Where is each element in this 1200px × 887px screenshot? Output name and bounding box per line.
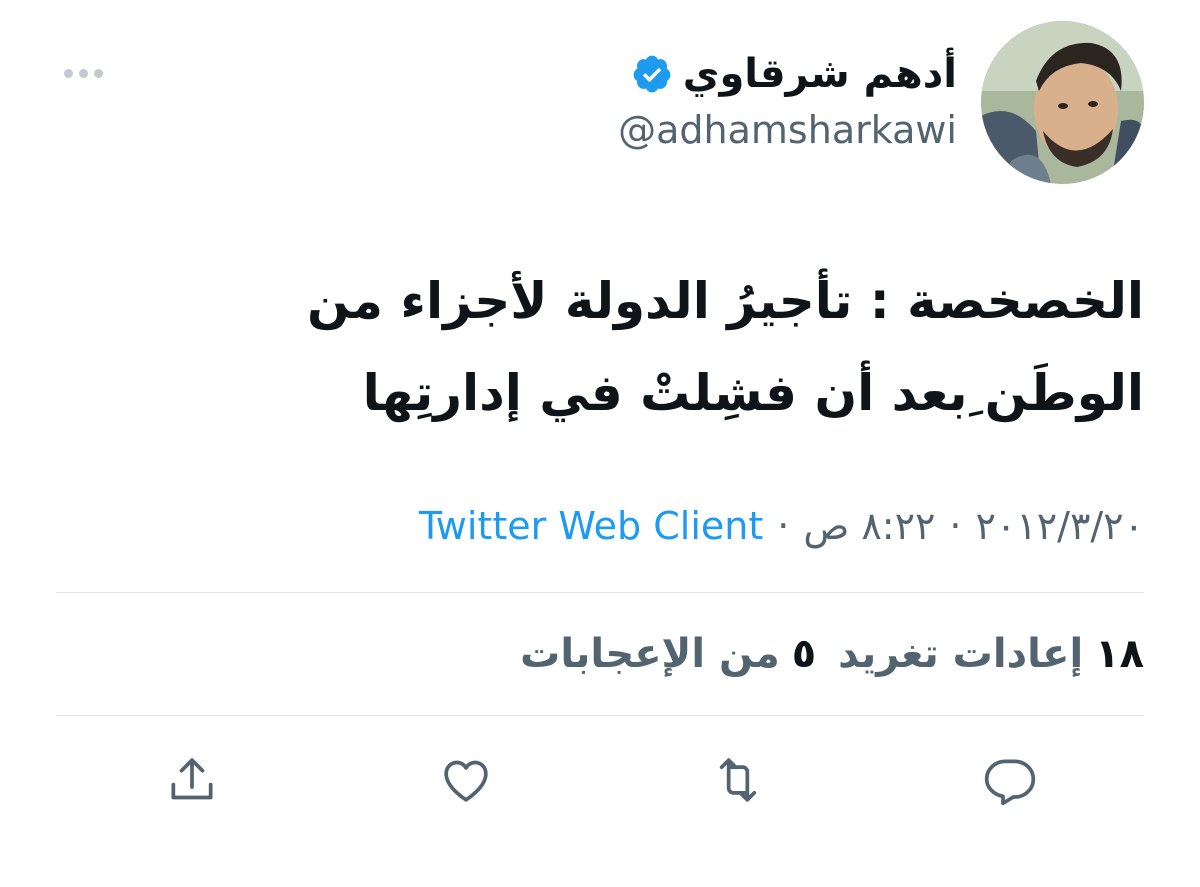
author-display-name[interactable]: أدهم شرقاوي bbox=[683, 51, 957, 97]
tweet-meta: ٢٠١٢/٣/٢٠ · ٨:٢٢ ص · Twitter Web Client bbox=[419, 496, 1144, 556]
avatar-photo bbox=[981, 21, 1144, 184]
more-dot bbox=[63, 68, 73, 78]
verified-badge-icon bbox=[633, 55, 671, 93]
share-button[interactable] bbox=[162, 750, 222, 810]
reply-icon bbox=[984, 759, 1036, 806]
reply-button[interactable] bbox=[980, 750, 1040, 810]
tweet-stats: ١٨ إعادات تغريد ٥ من الإعجابات bbox=[520, 622, 1144, 686]
retweet-icon bbox=[719, 758, 757, 802]
likes-stat[interactable]: ٥ من الإعجابات bbox=[520, 631, 816, 677]
like-button[interactable] bbox=[436, 750, 496, 810]
tweet-source-link[interactable]: Twitter Web Client bbox=[419, 504, 763, 548]
tweet-date[interactable]: ٢٠١٢/٣/٢٠ bbox=[976, 504, 1144, 548]
retweet-button[interactable] bbox=[708, 750, 768, 810]
share-icon bbox=[171, 758, 213, 800]
likes-label: من الإعجابات bbox=[520, 631, 780, 677]
tweet-time[interactable]: ٨:٢٢ ص bbox=[803, 504, 935, 548]
meta-separator: · bbox=[777, 504, 790, 548]
more-options-button[interactable] bbox=[58, 58, 108, 88]
retweets-stat[interactable]: ١٨ إعادات تغريد bbox=[838, 631, 1144, 677]
likes-count: ٥ bbox=[791, 631, 817, 677]
like-heart-icon bbox=[444, 760, 488, 802]
avatar[interactable] bbox=[981, 21, 1144, 184]
retweets-label: إعادات تغريد bbox=[838, 631, 1084, 677]
more-dot bbox=[78, 68, 88, 78]
divider bbox=[56, 715, 1144, 716]
author-handle[interactable]: @adhamsharkawi bbox=[618, 108, 957, 152]
author-name-row[interactable]: أدهم شرقاوي bbox=[631, 42, 957, 106]
more-dot bbox=[93, 68, 103, 78]
divider bbox=[56, 592, 1144, 593]
retweets-count: ١٨ bbox=[1095, 631, 1144, 677]
meta-separator: · bbox=[949, 504, 962, 548]
tweet-text: الخصخصة : تأجيرُ الدولة لأجزاء من الوطَن… bbox=[307, 272, 1144, 422]
